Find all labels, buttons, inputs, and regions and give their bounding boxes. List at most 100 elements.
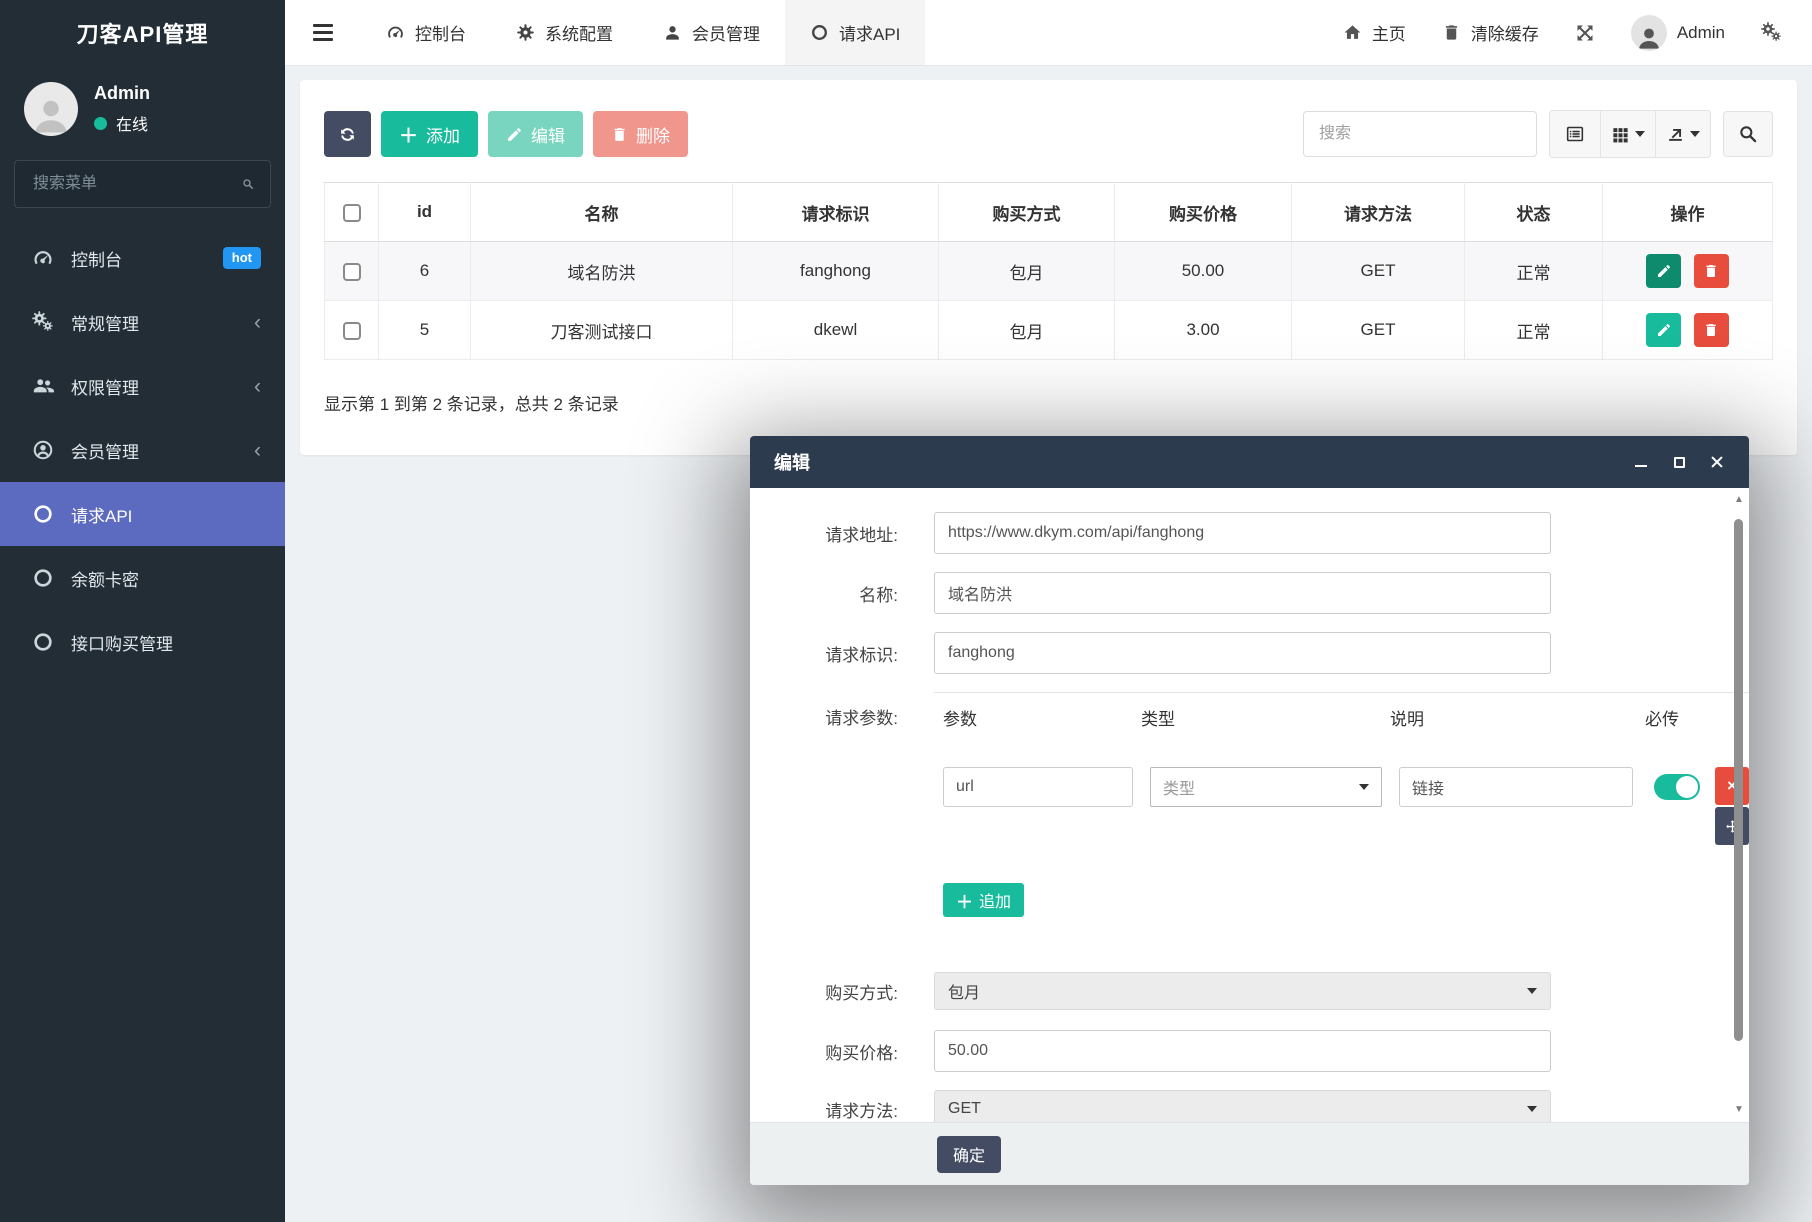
method-select[interactable]: GET: [934, 1090, 1551, 1122]
sidebar-item-permissions[interactable]: 权限管理: [0, 354, 285, 418]
sidebar-item-request-api[interactable]: 请求API: [0, 482, 285, 546]
param-name-input[interactable]: [943, 767, 1133, 807]
row-edit-button[interactable]: [1646, 313, 1681, 347]
navbar-right: 主页 清除缓存 Admin: [1343, 0, 1812, 65]
plus-icon: ＋: [399, 121, 418, 148]
tab-members[interactable]: 会员管理: [638, 0, 785, 65]
column-header-flag: 请求标识: [733, 183, 939, 242]
sidebar-item-purchase-mgmt[interactable]: 接口购买管理: [0, 610, 285, 674]
export-dropdown-button[interactable]: [1655, 111, 1710, 157]
tab-label: 系统配置: [545, 20, 613, 45]
scroll-down-icon[interactable]: ▼: [1731, 1104, 1747, 1115]
sidebar-item-balance-cards[interactable]: 余额卡密: [0, 546, 285, 610]
sidebar-item-label: 控制台: [71, 246, 122, 271]
buy-type-value: 包月: [948, 979, 980, 1003]
tab-request-api[interactable]: 请求API: [785, 0, 925, 65]
cell-name: 域名防洪: [471, 242, 733, 301]
request-url-input[interactable]: [934, 512, 1551, 554]
minimize-icon[interactable]: [1633, 454, 1649, 470]
add-button-label: 添加: [426, 122, 460, 147]
advanced-search-button[interactable]: [1723, 111, 1773, 157]
sidebar-item-members[interactable]: 会员管理: [0, 418, 285, 482]
fullscreen-button[interactable]: [1575, 23, 1595, 43]
sidebar-item-general[interactable]: 常规管理: [0, 290, 285, 354]
gear-icon: [516, 23, 535, 42]
caret-down-icon: [1359, 784, 1369, 790]
flag-input[interactable]: [934, 632, 1551, 674]
cell-name: 刀客测试接口: [471, 301, 733, 360]
price-input[interactable]: [934, 1030, 1551, 1072]
sidebar-search-input[interactable]: [31, 174, 242, 194]
user-menu[interactable]: Admin: [1631, 15, 1725, 51]
refresh-button[interactable]: [324, 111, 371, 157]
scrollbar-thumb[interactable]: [1734, 519, 1743, 1041]
home-label: 主页: [1372, 20, 1406, 45]
tab-label: 控制台: [415, 20, 466, 45]
home-link[interactable]: 主页: [1343, 20, 1406, 45]
columns-dropdown-button[interactable]: [1600, 111, 1655, 157]
table-card: ＋ 添加 编辑 删除: [300, 80, 1797, 455]
param-required-toggle[interactable]: [1654, 774, 1700, 800]
param-type-select[interactable]: 类型: [1150, 767, 1382, 807]
modal-scrollbar[interactable]: ▲ ▼: [1731, 494, 1747, 1115]
hamburger-menu-icon[interactable]: [285, 0, 361, 65]
row-checkbox[interactable]: [343, 263, 361, 281]
tab-system-config[interactable]: 系统配置: [491, 0, 638, 65]
close-icon[interactable]: [1709, 454, 1725, 470]
sidebar-item-label: 常规管理: [71, 310, 139, 335]
row-checkbox[interactable]: [343, 322, 361, 340]
name-label: 名称:: [750, 581, 934, 606]
gauge-icon: [32, 247, 54, 269]
online-dot-icon: [94, 117, 107, 130]
modal-header[interactable]: 编辑: [750, 436, 1749, 488]
gears-icon: [1761, 22, 1782, 43]
row-edit-button[interactable]: [1646, 254, 1681, 288]
settings-button[interactable]: [1761, 22, 1782, 43]
app-root: 刀客API管理 Admin 在线 控制台 hot: [0, 0, 1812, 1222]
tab-dashboard[interactable]: 控制台: [361, 0, 491, 65]
api-table: id 名称 请求标识 购买方式 购买价格 请求方法 状态 操作: [324, 182, 1773, 360]
circle-icon: [810, 23, 829, 42]
maximize-icon[interactable]: [1671, 454, 1687, 470]
param-col-required: 必传: [1645, 705, 1679, 730]
hot-badge: hot: [223, 247, 261, 269]
param-desc-input[interactable]: [1399, 767, 1633, 807]
name-input[interactable]: [934, 572, 1551, 614]
chevron-left-icon: [254, 440, 261, 461]
online-status-label: 在线: [116, 111, 148, 135]
sidebar-item-dashboard[interactable]: 控制台 hot: [0, 226, 285, 290]
confirm-button[interactable]: 确定: [937, 1136, 1001, 1173]
cell-buy-type: 包月: [939, 301, 1115, 360]
select-all-checkbox[interactable]: [343, 204, 361, 222]
circle-icon: [32, 631, 54, 653]
method-value: GET: [948, 1100, 981, 1118]
chevron-left-icon: [254, 312, 261, 333]
table-search-input[interactable]: [1303, 111, 1537, 157]
buy-type-select[interactable]: 包月: [934, 972, 1551, 1010]
toggle-pagination-button[interactable]: [1550, 111, 1600, 157]
circle-icon: [32, 567, 54, 589]
clear-cache-label: 清除缓存: [1471, 20, 1539, 45]
table-row[interactable]: 5 刀客测试接口 dkewl 包月 3.00 GET 正常: [325, 301, 1773, 360]
clear-cache-link[interactable]: 清除缓存: [1442, 20, 1539, 45]
sidebar-item-label: 接口购买管理: [71, 630, 173, 655]
modal-title: 编辑: [774, 449, 810, 475]
param-col-name: 参数: [934, 705, 1141, 730]
trash-icon: [1703, 263, 1719, 279]
table-row[interactable]: 6 域名防洪 fanghong 包月 50.00 GET 正常: [325, 242, 1773, 301]
edit-button[interactable]: 编辑: [488, 111, 583, 157]
refresh-icon: [338, 125, 357, 144]
append-param-button[interactable]: ＋ 追加: [943, 883, 1024, 917]
main-area: 控制台 系统配置 会员管理 请求API 主页: [285, 0, 1812, 1222]
row-delete-button[interactable]: [1694, 313, 1729, 347]
sidebar-menu: 控制台 hot 常规管理 权限管理 会员管理 请求API: [0, 226, 285, 674]
trash-icon: [1442, 23, 1461, 42]
table-toolbar: ＋ 添加 编辑 删除: [324, 110, 1773, 158]
param-type-placeholder: 类型: [1163, 775, 1195, 799]
params-header-row: 参数 类型 说明 必传: [934, 705, 1749, 730]
cell-flag: dkewl: [733, 301, 939, 360]
delete-button[interactable]: 删除: [593, 111, 688, 157]
row-delete-button[interactable]: [1694, 254, 1729, 288]
add-button[interactable]: ＋ 添加: [381, 111, 478, 157]
scroll-up-icon[interactable]: ▲: [1731, 494, 1747, 505]
